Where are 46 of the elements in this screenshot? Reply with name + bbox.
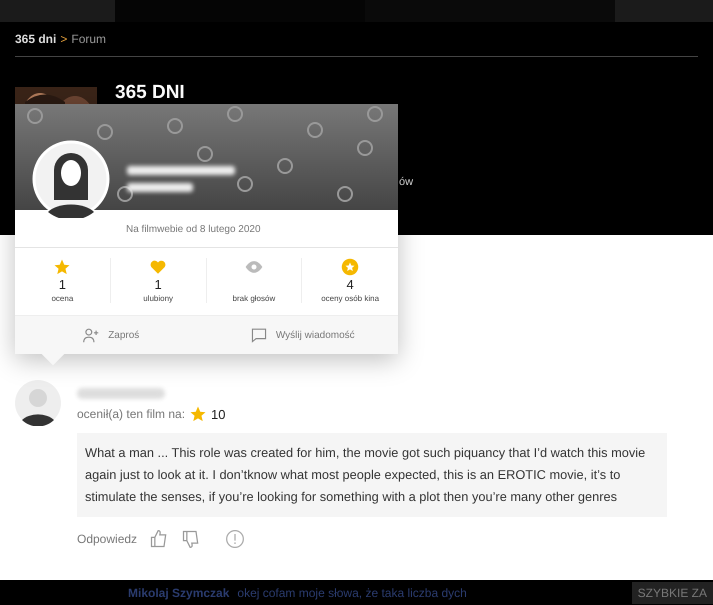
ring-icon <box>277 158 293 174</box>
message-button[interactable]: Wyślij wiadomość <box>206 316 398 354</box>
ring-icon <box>237 176 253 192</box>
breadcrumb-link[interactable]: Forum <box>71 32 106 46</box>
stat-value: 4 <box>346 277 354 293</box>
eye-icon <box>244 258 264 276</box>
comment-text: What a man ... This role was created for him, the movie got such piquancy that I’d watch this movie again just to look at it. I don’tknow what most people expected, this is an EROTIC movie, it’s to stimulate the senses, if you’re looking for something with a plot then you’re many other genres <box>77 433 667 517</box>
stat-label: ulubiony <box>143 294 174 303</box>
ring-icon <box>167 118 183 134</box>
rating-label: ocenił(a) ten film na: <box>77 407 186 421</box>
stat-value: 1 <box>154 277 162 293</box>
ring-icon <box>197 146 213 162</box>
film-title: 365 DNI <box>115 83 185 102</box>
thumbs-up-icon[interactable] <box>149 529 170 549</box>
text-fragment: ów <box>399 176 414 188</box>
stat-label: oceny osób kina <box>321 294 380 303</box>
star-icon <box>189 405 208 423</box>
ring-icon <box>27 108 43 124</box>
ring-icon <box>97 124 113 140</box>
stat-value: 1 <box>58 277 66 293</box>
ring-icon <box>307 122 323 138</box>
report-icon[interactable] <box>225 529 246 549</box>
heart-icon <box>149 258 168 276</box>
avatar-icon <box>32 140 110 218</box>
breadcrumb-link[interactable]: 365 dni <box>15 32 56 46</box>
thumbs-down-icon[interactable] <box>181 529 202 549</box>
ring-icon <box>367 106 383 122</box>
invite-button[interactable]: Zaproś <box>15 316 206 354</box>
chat-icon <box>250 327 268 343</box>
ring-icon <box>357 140 373 156</box>
add-user-icon <box>82 327 100 343</box>
blurred-username <box>127 183 193 192</box>
quick-link[interactable]: SZYBKIE ZA <box>632 582 713 604</box>
comment-snippet: okej cofam moje słowa, że taka liczba dych <box>237 586 468 600</box>
rating-value: 10 <box>211 406 226 422</box>
star-badge-icon <box>341 258 360 276</box>
member-since: Na filmwebie od 8 lutego 2020 <box>15 210 398 248</box>
ring-icon <box>227 106 243 122</box>
breadcrumb-separator: > <box>60 32 68 46</box>
stat-label: ocena <box>51 294 74 303</box>
stat-label: brak głosów <box>232 294 276 303</box>
ring-icon <box>337 186 353 202</box>
star-icon <box>53 258 72 276</box>
ring-icon <box>117 186 133 202</box>
avatar-icon <box>15 380 61 426</box>
reply-link[interactable]: Odpowiedz <box>77 532 138 546</box>
